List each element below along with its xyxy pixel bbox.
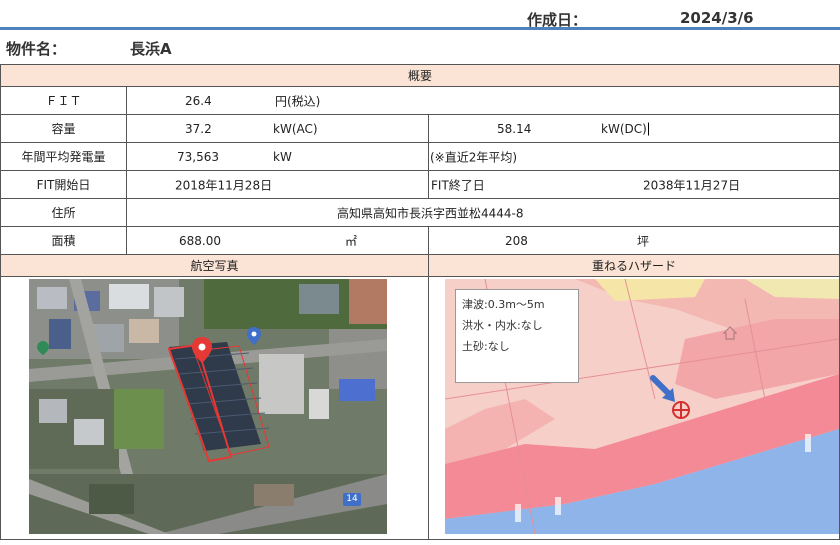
annual-gen-note-cell[interactable]: (※直近2年平均) [427,142,840,171]
area-label-cell[interactable]: 面積 [0,226,127,255]
capacity-dc-unit-text: kW(DC) [601,121,647,136]
fit-value-cell[interactable]: 26.4 円(税込) [125,86,840,115]
flood-legend: 洪水・内水:なし [462,319,543,332]
fit-start-value: 2018年11月28日 [175,178,273,192]
aerial-photo-image [29,279,387,534]
fit-end-label: FIT終了日 [431,178,485,192]
capacity-dc-cell[interactable]: 58.14 kW(DC) [427,114,840,143]
fit-value: 26.4 [185,93,212,108]
aerial-photo-header[interactable]: 航空写真 [0,254,429,277]
annual-gen-cell[interactable]: 73,563 kW [126,142,429,171]
aerial-photo-cell[interactable]: 14 [0,276,429,540]
capacity-ac-unit: kW(AC) [273,121,318,136]
area-m2-unit: ㎡ [345,234,358,248]
map-pin-icon[interactable] [192,337,212,363]
park-marker-icon[interactable] [37,341,49,355]
aerial-photo[interactable]: 14 [29,279,387,534]
text-cursor [647,122,649,135]
tsunami-legend: 津波:0.3m～5m [462,298,545,311]
capacity-ac-value: 37.2 [185,121,212,136]
area-m2-cell[interactable]: 688.00 ㎡ [126,226,429,255]
overview-header[interactable]: 概要 [0,64,840,87]
annual-gen-label-cell[interactable]: 年間平均発電量 [0,142,127,171]
hazard-map-header[interactable]: 重ねるハザード [427,254,840,277]
fit-label-cell[interactable]: ＦＩＴ [0,86,127,115]
annual-gen-note: (※直近2年平均) [430,150,518,164]
capacity-label-cell[interactable]: 容量 [0,114,127,143]
fit-end-value: 2038年11月27日 [643,178,741,192]
fit-start-label-cell[interactable]: FIT開始日 [0,170,127,199]
site-crosshair-icon[interactable] [671,400,691,420]
address-label-cell[interactable]: 住所 [0,198,127,227]
address-cell[interactable]: 高知県高知市長浜字西並松4444-8 [125,198,840,227]
date-label: 作成日： [527,11,588,29]
property-name-label: 物件名： [6,40,67,58]
address-value: 高知県高知市長浜字西並松4444-8 [337,206,524,220]
date-value[interactable]: 2024/3/6 [680,9,754,27]
place-marker-icon[interactable] [247,327,261,345]
hazard-map[interactable]: 津波:0.3m～5m 洪水・内水:なし 土砂:なし [445,279,839,534]
road-number-badge: 14 [343,493,361,506]
annual-gen-unit: kW [273,149,292,164]
property-sheet: 概要 ＦＩＴ 26.4 円(税込) 容量 37.2 kW(AC) 58.14 k… [0,64,840,540]
area-m2-value: 688.00 [179,233,221,248]
landslide-legend: 土砂:なし [462,340,510,353]
hazard-legend: 津波:0.3m～5m 洪水・内水:なし 土砂:なし [455,289,579,383]
capacity-dc-unit: kW(DC) [601,121,649,136]
area-tsubo-value: 208 [505,233,528,248]
house-icon [723,326,737,340]
fit-unit: 円(税込) [275,94,321,108]
area-tsubo-cell[interactable]: 208 坪 [427,226,840,255]
hazard-map-cell[interactable]: 津波:0.3m～5m 洪水・内水:なし 土砂:なし [427,276,840,540]
fit-end-cell[interactable]: FIT終了日 2038年11月27日 [427,170,840,199]
annual-gen-value: 73,563 [177,149,219,164]
capacity-ac-cell[interactable]: 37.2 kW(AC) [126,114,429,143]
capacity-dc-value: 58.14 [497,121,532,136]
header-rule [0,27,840,30]
fit-start-cell[interactable]: 2018年11月28日 [126,170,429,199]
property-name-value[interactable]: 長浜A [130,38,172,59]
area-tsubo-unit: 坪 [637,234,650,248]
